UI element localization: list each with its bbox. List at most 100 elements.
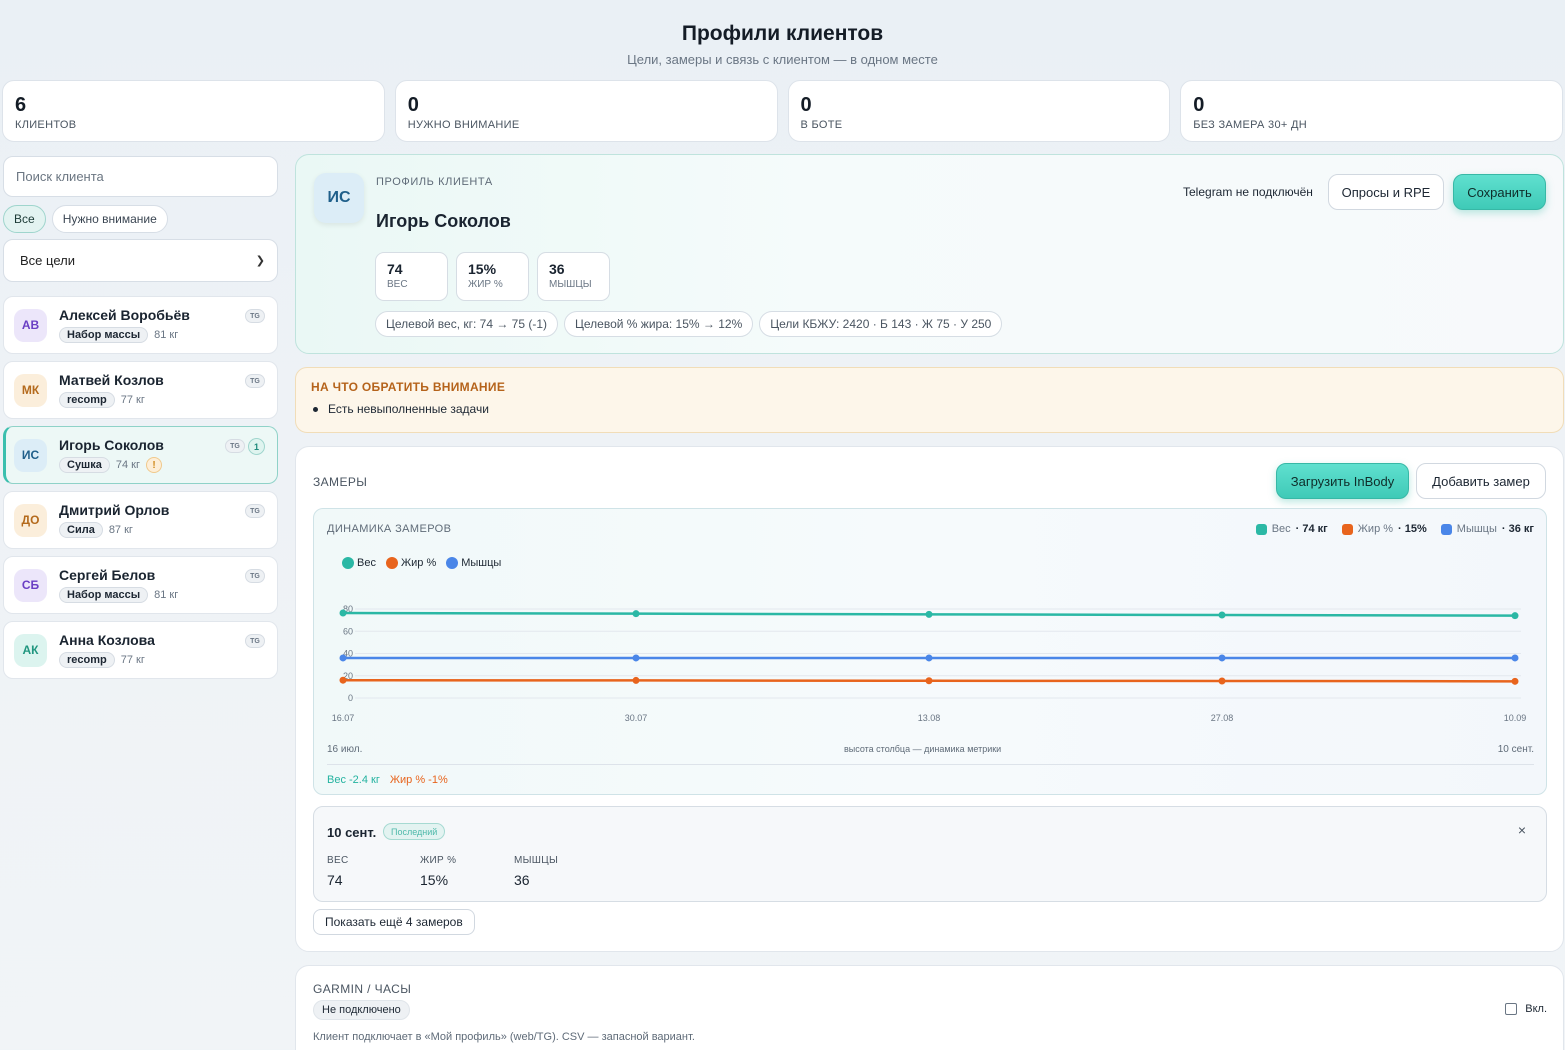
data-point [1511,612,1519,620]
chart-title: ДИНАМИКА ЗАМЕРОВ [327,523,452,535]
summary-label: Мышцы [1456,523,1497,535]
legend-fat[interactable]: Жир % [385,557,437,569]
task-count-badge: 1 [248,438,265,455]
profile-name: Игорь Соколов [376,211,511,231]
measurements-section: ЗАМЕРЫ Загрузить InBody Добавить замер 0… [295,446,1564,952]
bullet-icon [313,406,318,412]
chart-legend: Вес Жир % Мышцы [342,557,501,569]
telegram-badge: TG [245,309,265,323]
stat-label: В БОТЕ [800,119,843,131]
profile-goals: Целевой вес, кг: 74 → 75 (-1) Целевой % … [375,311,1003,337]
client-item[interactable]: МК Матвей Козлов recomp 77 кг TG [3,361,278,419]
avatar: ДО [14,503,47,537]
close-icon[interactable]: × [1518,822,1526,838]
value: 74 [327,872,343,888]
muscle-swatch [1440,523,1452,535]
page-subtitle: Цели, замеры и связь с клиентом — в одно… [627,52,938,67]
metric-value: 36 [549,261,565,277]
profile-eyebrow: ПРОФИЛЬ КЛИЕНТА [376,176,493,188]
summary-value: · 36 кг [1501,523,1534,535]
divider [327,764,1534,765]
client-item[interactable]: СБ Сергей Белов Набор массы 81 кг TG [3,556,278,614]
data-point [1218,611,1226,619]
delta-fat: Жир % -1% [389,774,448,786]
data-point [339,676,347,684]
page-title: Профили клиентов [681,22,884,45]
goal-select-value: Все цели [20,253,75,268]
goal-tag: recomp [59,652,115,668]
client-item[interactable]: АК Анна Козлова recomp 77 кг TG [3,621,278,679]
stat-attention: 0 НУЖНО ВНИМАНИЕ [394,80,778,142]
profile-avatar: ИС [314,173,364,223]
surveys-rpe-button[interactable]: Опросы и RPE [1328,174,1444,210]
stat-in-bot: 0 В БОТЕ [787,80,1171,142]
attention-title: НА ЧТО ОБРАТИТЬ ВНИМАНИЕ [311,380,506,394]
client-weight: 81 кг [154,329,179,341]
show-more-button[interactable]: Показать ещё 4 замеров [313,909,475,935]
save-button[interactable]: Сохранить [1453,174,1546,210]
legend-label: Вес [357,557,376,569]
stat-value: 6 [15,94,27,116]
add-measurement-button[interactable]: Добавить замер [1416,463,1546,499]
telegram-badge: TG [245,569,265,583]
avatar: МК [14,373,47,407]
goal-fat-chip: Целевой % жира: 15% → 12% [564,311,754,337]
garmin-section: GARMIN / ЧАСЫ Не подключено Клиент подкл… [295,965,1564,1050]
legend-dot [446,557,459,569]
garmin-toggle[interactable]: Вкл. [1505,1003,1547,1015]
legend-label: Мышцы [461,557,502,569]
warning-icon: ! [145,457,162,473]
telegram-badge: TG [245,374,265,388]
value: 36 [514,872,530,888]
data-point [925,610,933,618]
telegram-badge: TG [225,439,245,453]
metric-value: 74 [387,261,403,277]
client-item[interactable]: АВ Алексей Воробьёв Набор массы 81 кг TG [3,296,278,354]
toggle-label: Вкл. [1525,1003,1547,1015]
garmin-status-badge: Не подключено [313,1000,410,1020]
summary-label: Жир % [1357,523,1394,535]
client-name: Игорь Соколов [59,437,164,453]
client-weight: 77 кг [120,394,145,406]
last-measurement-date: 10 сент. [327,825,377,840]
stats-row: 6 КЛИЕНТОВ 0 НУЖНО ВНИМАНИЕ 0 В БОТЕ 0 Б… [2,80,1563,142]
checkbox[interactable] [1505,1003,1518,1015]
profile-metrics: 74 ВЕС 15% ЖИР % 36 МЫШЦЫ [375,252,610,301]
goal-select[interactable]: Все цели ❯ [3,239,278,282]
delta-weight: Вес -2.4 кг [327,774,380,786]
stat-label: КЛИЕНТОВ [15,119,77,131]
summary-weight: Вес · 74 кг [1255,523,1328,535]
data-point [632,610,640,618]
profile-card: ИС ПРОФИЛЬ КЛИЕНТА Игорь Соколов 74 ВЕС … [295,154,1564,354]
goal-tag: Набор массы [59,587,149,603]
latest-badge: Последний [383,823,446,840]
last-weight: ВЕС 74 [327,855,348,888]
upload-inbody-button[interactable]: Загрузить InBody [1276,463,1409,499]
page-header: Профили клиентов Цели, замеры и связь с … [0,22,1565,67]
client-name: Анна Козлова [59,632,155,648]
x-tick-label: 30.07 [625,713,648,723]
stat-label: БЕЗ ЗАМЕРА 30+ ДН [1193,119,1307,131]
data-point [1511,677,1519,685]
filter-attention-chip[interactable]: Нужно внимание [51,205,168,233]
measurements-chart: 0 20 40 60 80 16.07 30.07 13.08 27.08 10.09 ДИНАМ… [313,508,1547,795]
stat-value: 0 [800,94,812,116]
client-item-selected[interactable]: ИС Игорь Соколов Сушка 74 кг ! TG 1 [3,426,278,484]
data-point [1218,677,1226,685]
stat-value: 0 [1193,94,1205,116]
client-item[interactable]: ДО Дмитрий Орлов Сила 87 кг TG [3,491,278,549]
measurements-title: ЗАМЕРЫ [313,475,368,489]
avatar: АВ [14,308,47,342]
filter-all-chip[interactable]: Все [3,205,46,233]
client-search-input[interactable] [3,156,278,197]
stat-clients: 6 КЛИЕНТОВ [2,80,385,142]
avatar: АК [14,633,47,667]
value-label: МЫШЦЫ [514,855,559,866]
stat-no-measure: 0 БЕЗ ЗАМЕРА 30+ ДН [1180,80,1563,142]
legend-label: Жир % [400,557,437,569]
value: 15% [420,872,449,888]
telegram-badge: TG [245,504,265,518]
legend-muscle[interactable]: Мышцы [446,557,501,569]
last-measurement-card: 10 сент. Последний × ВЕС 74 ЖИР % 15% МЫ… [313,806,1547,902]
legend-weight[interactable]: Вес [342,557,376,569]
